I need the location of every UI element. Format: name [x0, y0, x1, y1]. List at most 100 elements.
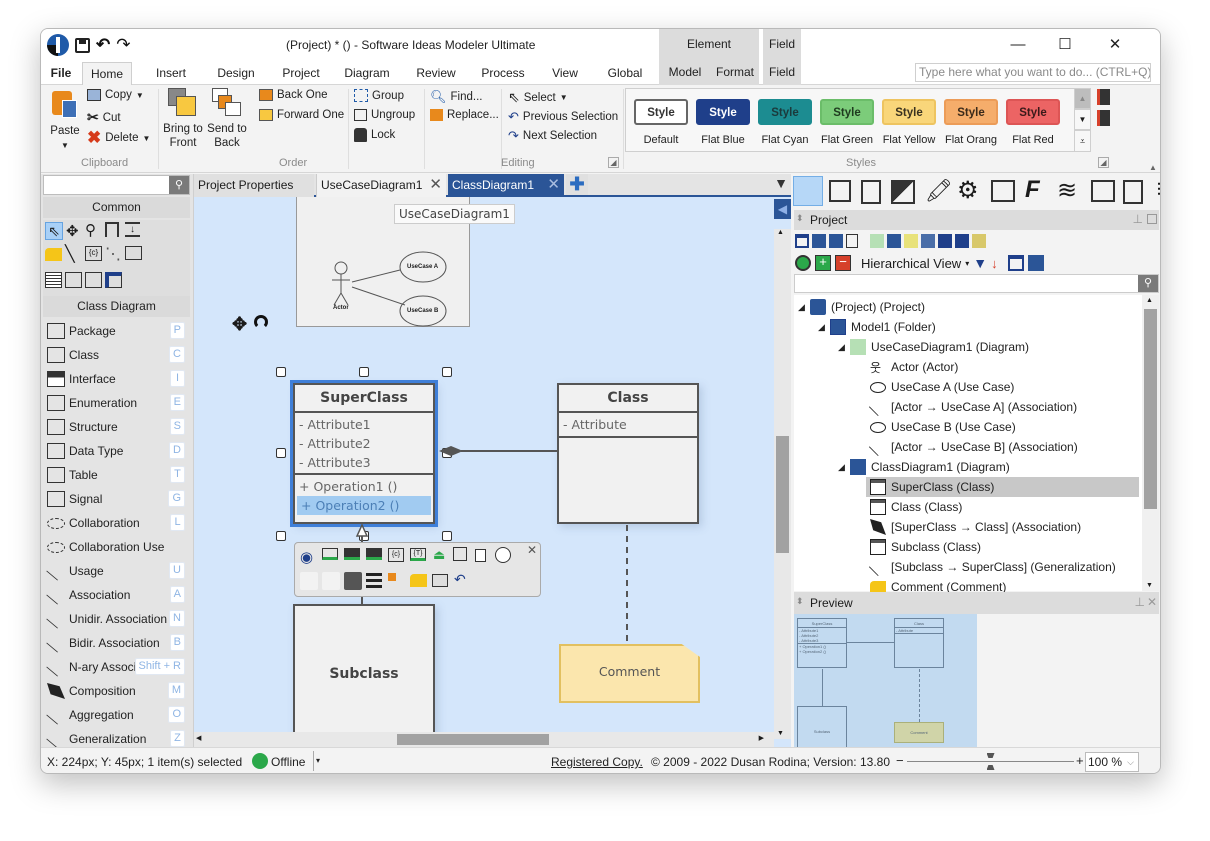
- operation-selected[interactable]: + Operation2 (): [297, 496, 431, 515]
- close-tab-icon[interactable]: ✕: [547, 174, 560, 196]
- filter-icon[interactable]: ▼: [973, 255, 987, 271]
- reset-style-icon[interactable]: [1097, 110, 1110, 126]
- more-icon[interactable]: ⋮: [1152, 180, 1160, 197]
- class-element[interactable]: Class - Attribute: [557, 383, 699, 524]
- previous-selection-button[interactable]: ↶ Previous Selection: [508, 109, 618, 125]
- ungroup-button[interactable]: Ungroup: [354, 109, 415, 121]
- resize-handle[interactable]: [276, 448, 286, 458]
- section-common[interactable]: Common: [43, 197, 190, 218]
- canvas-horizontal-scrollbar[interactable]: ◀ ▶: [194, 732, 774, 747]
- maximize-button[interactable]: ☐: [1045, 33, 1085, 57]
- style-swatch[interactable]: Style: [820, 99, 874, 125]
- add-operation-icon[interactable]: [344, 548, 360, 560]
- line-tool-icon[interactable]: ╲: [65, 244, 75, 264]
- frame-tool-icon[interactable]: [65, 272, 82, 288]
- resize-handle[interactable]: [276, 531, 286, 541]
- collapse-ribbon-icon[interactable]: ▲: [1149, 163, 1157, 172]
- comment-anchor-line[interactable]: [624, 525, 630, 650]
- add-comment-icon[interactable]: [410, 574, 427, 587]
- back-one-button[interactable]: Back One: [259, 89, 328, 101]
- class-name[interactable]: Class: [559, 385, 697, 413]
- search-icon[interactable]: ⚲: [169, 176, 189, 194]
- resize-handle[interactable]: [442, 531, 452, 541]
- toolbox-item-enumeration[interactable]: Enumeration E: [47, 392, 187, 414]
- fill-color-icon[interactable]: [300, 572, 318, 590]
- new-element-icon[interactable]: [829, 234, 843, 248]
- scroll-thumb[interactable]: [397, 734, 549, 745]
- command-search-input[interactable]: Type here what you want to do... (CTRL+Q…: [915, 63, 1151, 82]
- toolbox-item-collaboration-use[interactable]: Collaboration Use: [47, 536, 187, 558]
- scroll-thumb[interactable]: [776, 436, 789, 553]
- undo-icon[interactable]: ↶: [96, 35, 110, 55]
- add-tab-button[interactable]: ✚: [566, 174, 588, 195]
- toolbox-item-class[interactable]: Class C: [47, 344, 187, 366]
- comment-tool-icon[interactable]: [45, 248, 62, 261]
- palette-panel-icon[interactable]: 🖍︎: [925, 178, 953, 204]
- select-button[interactable]: ⇖ Select ▼: [508, 89, 568, 106]
- deployment-filter-icon[interactable]: [938, 234, 952, 248]
- zoom-out-button[interactable]: −: [896, 753, 904, 768]
- tab-file[interactable]: File: [47, 62, 75, 85]
- close-button[interactable]: ✕: [1095, 33, 1135, 57]
- replace-button[interactable]: Replace...: [430, 109, 499, 121]
- attribute[interactable]: - Attribute3: [295, 453, 433, 472]
- tab-insert[interactable]: Insert: [151, 62, 191, 85]
- expand-toggle-icon[interactable]: ◢: [818, 322, 830, 333]
- collapse-panel-button[interactable]: ◀: [774, 199, 791, 219]
- tree-node[interactable]: ◢ UseCaseDiagram1 (Diagram): [838, 337, 1029, 357]
- zoom-in-button[interactable]: +: [1076, 753, 1084, 768]
- tab-project[interactable]: Project: [281, 62, 321, 85]
- format-painter-icon[interactable]: [105, 222, 119, 237]
- style-swatch[interactable]: Style: [758, 99, 812, 125]
- tab-global[interactable]: Global: [605, 62, 645, 85]
- resize-handle[interactable]: [276, 367, 286, 377]
- forward-one-button[interactable]: Forward One: [259, 109, 344, 121]
- paste-button[interactable]: Paste ▼: [47, 88, 83, 153]
- new-folder-icon[interactable]: [812, 234, 826, 248]
- tree-node[interactable]: ◢ Model1 (Folder): [818, 317, 936, 337]
- tree-node[interactable]: Subclass (Class): [870, 537, 981, 557]
- delete-button[interactable]: ✖ Delete ▼: [87, 128, 150, 148]
- tab-project-properties[interactable]: Project Properties: [194, 174, 314, 197]
- toolbox-item-n-ary-associ[interactable]: N-ary Associ Shift + R: [46, 656, 187, 678]
- class-diagram-filter-icon[interactable]: [887, 234, 901, 248]
- constraint-tool-icon[interactable]: {c}: [85, 246, 102, 261]
- style-swatch[interactable]: Style: [696, 99, 750, 125]
- format-panel-icon[interactable]: F: [1025, 176, 1040, 204]
- tab-diagram[interactable]: Diagram: [344, 62, 390, 85]
- tab-process[interactable]: Process: [480, 62, 526, 85]
- new-document-icon[interactable]: [846, 234, 858, 248]
- toolbox-item-usage[interactable]: Usage U: [46, 560, 187, 582]
- checklist-panel-icon[interactable]: [1123, 180, 1143, 204]
- insert-space-icon[interactable]: ↓: [125, 222, 140, 237]
- send-to-back-button[interactable]: Send to Back: [206, 88, 248, 150]
- tab-review[interactable]: Review: [415, 62, 457, 85]
- search-icon[interactable]: ⚲: [1138, 275, 1158, 292]
- usecase-diagram-filter-icon[interactable]: [870, 234, 884, 248]
- tab-view[interactable]: View: [550, 62, 580, 85]
- refresh-icon[interactable]: [795, 255, 811, 271]
- layers-panel-icon[interactable]: ≋: [1057, 176, 1077, 205]
- toolbox-item-signal[interactable]: Signal G: [47, 488, 187, 510]
- style-swatch[interactable]: Style: [634, 99, 688, 125]
- comment-element[interactable]: Comment: [559, 644, 700, 703]
- tree-node[interactable]: ◢ ClassDiagram1 (Diagram): [838, 457, 1010, 477]
- print-panel-icon[interactable]: [991, 180, 1015, 202]
- tab-list-dropdown-icon[interactable]: ▼: [774, 175, 788, 191]
- tab-design[interactable]: Design: [215, 62, 257, 85]
- document-panel-icon[interactable]: [861, 180, 881, 204]
- composition-connector[interactable]: [437, 442, 562, 462]
- tree-node[interactable]: [Subclass → SuperClass] (Generalization): [868, 557, 1116, 577]
- section-class-diagram[interactable]: Class Diagram: [43, 296, 190, 317]
- gallery-scroll-down[interactable]: ▼: [1074, 109, 1091, 130]
- text-color-icon[interactable]: [344, 572, 362, 590]
- style-swatch[interactable]: Style: [944, 99, 998, 125]
- tag-panel-icon[interactable]: [891, 180, 915, 204]
- superclass-element[interactable]: SuperClass - Attribute1 - Attribute2 - A…: [290, 380, 438, 527]
- move-up-icon[interactable]: ⏏: [433, 547, 445, 563]
- stamp-tool-icon[interactable]: [125, 246, 142, 260]
- tree-node[interactable]: [Actor → UseCase B] (Association): [868, 437, 1078, 457]
- subclass-element[interactable]: Subclass: [293, 604, 435, 743]
- preview-pane[interactable]: SuperClass - Attribute1 - Attribute2 - A…: [794, 614, 977, 747]
- diagram-canvas[interactable]: Actor UseCase A UseCase B UseCaseDiagram…: [194, 197, 791, 747]
